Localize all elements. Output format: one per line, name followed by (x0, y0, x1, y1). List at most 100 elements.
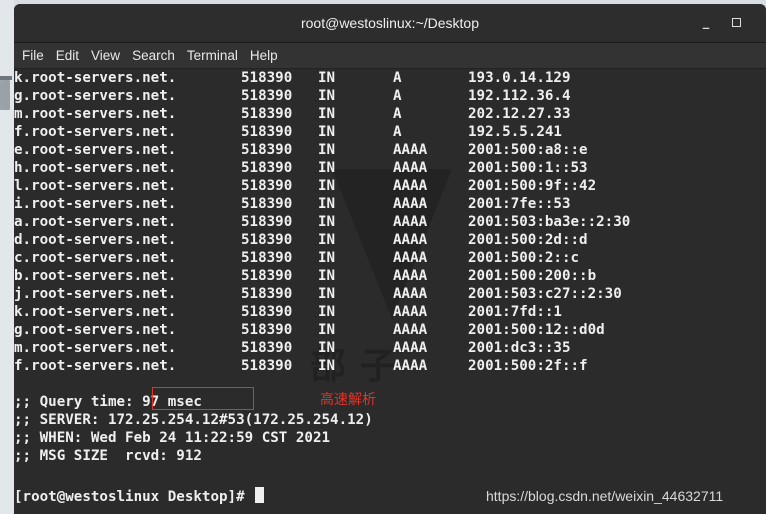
record-type: AAAA (393, 250, 428, 266)
window-title: root@westoslinux:~/Desktop (300, 15, 479, 31)
record-class: IN (318, 88, 336, 104)
record-data: 2001:7fe::53 (468, 196, 571, 212)
record-type: A (393, 106, 402, 122)
record-name: k.root-servers.net. (14, 70, 177, 86)
record-class: IN (318, 358, 336, 374)
record-type: AAAA (393, 340, 428, 356)
source-watermark: https://blog.csdn.net/weixin_44632711 (486, 488, 724, 504)
record-name: c.root-servers.net. (14, 250, 177, 266)
record-data: 192.112.36.4 (468, 88, 571, 104)
record-name: j.root-servers.net. (14, 286, 177, 302)
record-ttl: 518390 (241, 160, 293, 176)
record-ttl: 518390 (241, 214, 293, 230)
record-type: AAAA (393, 322, 428, 338)
terminal-output[interactable]: 部子 k.root-servers.net. 518390 IN A 193.0.14.… (14, 69, 766, 514)
record-name: g.root-servers.net. (14, 88, 177, 104)
record-ttl: 518390 (241, 142, 293, 158)
record-type: A (393, 88, 402, 104)
trash-icon[interactable] (0, 80, 10, 110)
query-time-highlight-box (152, 387, 254, 410)
record-ttl: 518390 (241, 250, 293, 266)
record-ttl: 518390 (241, 268, 293, 284)
record-name: l.root-servers.net. (14, 178, 177, 194)
prompt-text: [root@westoslinux Desktop]# (14, 489, 254, 505)
menu-edit[interactable]: Edit (50, 43, 85, 68)
record-type: AAAA (393, 358, 428, 374)
maximize-icon[interactable] (724, 4, 748, 42)
record-ttl: 518390 (241, 70, 293, 86)
record-name: g.root-servers.net. (14, 322, 177, 338)
menu-search[interactable]: Search (126, 43, 181, 68)
record-data: 2001:500:200::b (468, 268, 597, 284)
record-name: h.root-servers.net. (14, 160, 177, 176)
record-class: IN (318, 304, 336, 320)
record-name: i.root-servers.net. (14, 196, 177, 212)
record-ttl: 518390 (241, 358, 293, 374)
record-class: IN (318, 70, 336, 86)
record-class: IN (318, 178, 336, 194)
record-class: IN (318, 322, 336, 338)
record-data: 2001:7fd::1 (468, 304, 562, 320)
record-data: 193.0.14.129 (468, 70, 571, 86)
record-name: f.root-servers.net. (14, 358, 177, 374)
record-data: 2001:500:2d::d (468, 232, 588, 248)
record-ttl: 518390 (241, 304, 293, 320)
record-type: AAAA (393, 160, 428, 176)
record-name: m.root-servers.net. (14, 106, 177, 122)
record-name: b.root-servers.net. (14, 268, 177, 284)
record-data: 2001:503:ba3e::2:30 (468, 214, 631, 230)
when-line: ;; WHEN: Wed Feb 24 11:22:59 CST 2021 (14, 430, 331, 446)
record-type: AAAA (393, 214, 428, 230)
record-ttl: 518390 (241, 124, 293, 140)
record-data: 2001:dc3::35 (468, 340, 571, 356)
record-data: 192.5.5.241 (468, 124, 562, 140)
record-data: 2001:500:2::c (468, 250, 580, 266)
record-data: 2001:500:9f::42 (468, 178, 597, 194)
record-data: 2001:500:1::53 (468, 160, 588, 176)
record-name: k.root-servers.net. (14, 304, 177, 320)
record-class: IN (318, 232, 336, 248)
record-data: 2001:500:2f::f (468, 358, 588, 374)
watermark-logo (332, 169, 452, 319)
record-name: f.root-servers.net. (14, 124, 177, 140)
record-ttl: 518390 (241, 88, 293, 104)
record-name: a.root-servers.net. (14, 214, 177, 230)
record-data: 2001:500:12::d0d (468, 322, 605, 338)
record-class: IN (318, 196, 336, 212)
record-class: IN (318, 160, 336, 176)
shell-prompt[interactable]: [root@westoslinux Desktop]# (14, 487, 265, 505)
record-class: IN (318, 124, 336, 140)
menu-file[interactable]: File (16, 43, 50, 68)
title-bar[interactable]: root@westoslinux:~/Desktop _ (14, 4, 766, 43)
record-type: A (393, 124, 402, 140)
menu-terminal[interactable]: Terminal (181, 43, 244, 68)
record-class: IN (318, 268, 336, 284)
record-ttl: 518390 (241, 106, 293, 122)
record-class: IN (318, 340, 336, 356)
record-data: 202.12.27.33 (468, 106, 571, 122)
record-class: IN (318, 250, 336, 266)
record-data: 2001:500:a8::e (468, 142, 588, 158)
record-class: IN (318, 214, 336, 230)
record-type: A (393, 70, 402, 86)
record-ttl: 518390 (241, 340, 293, 356)
server-line: ;; SERVER: 172.25.254.12#53(172.25.254.1… (14, 412, 373, 428)
record-type: AAAA (393, 286, 428, 302)
record-class: IN (318, 142, 336, 158)
record-type: AAAA (393, 304, 428, 320)
msg-size-line: ;; MSG SIZE rcvd: 912 (14, 448, 202, 464)
record-ttl: 518390 (241, 286, 293, 302)
record-type: AAAA (393, 232, 428, 248)
menu-view[interactable]: View (85, 43, 126, 68)
record-name: e.root-servers.net. (14, 142, 177, 158)
menu-bar: File Edit View Search Terminal Help (14, 43, 766, 69)
minimize-icon[interactable]: _ (694, 4, 718, 42)
record-type: AAAA (393, 178, 428, 194)
record-class: IN (318, 286, 336, 302)
menu-help[interactable]: Help (244, 43, 284, 68)
desktop-background (0, 0, 14, 514)
record-class: IN (318, 106, 336, 122)
record-name: m.root-servers.net. (14, 340, 177, 356)
record-data: 2001:503:c27::2:30 (468, 286, 622, 302)
record-type: AAAA (393, 196, 428, 212)
